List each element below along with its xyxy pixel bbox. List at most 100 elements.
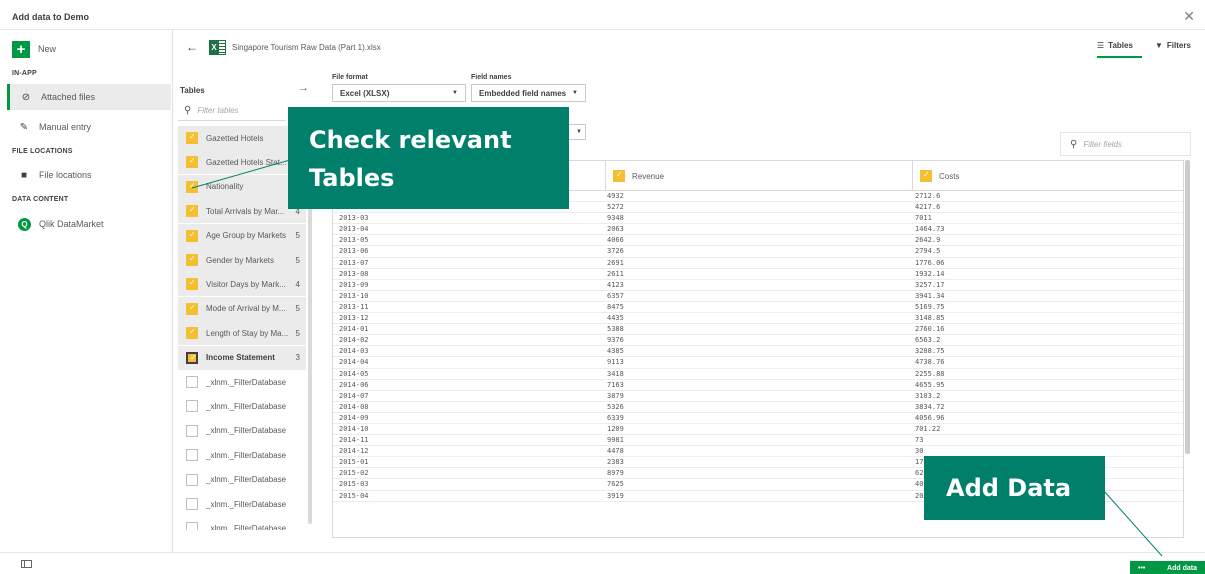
table-cell: 9376 [607, 336, 624, 345]
table-cell: 2014-11 [339, 436, 369, 445]
table-cell: 3103.2 [915, 391, 941, 400]
table-name: Gender by Markets [206, 255, 275, 265]
sidebar-item-manual-entry[interactable]: ✎ Manual entry [8, 114, 172, 140]
table-list-item[interactable]: _xlnm._FilterDatabase [178, 468, 306, 492]
table-checkbox[interactable] [186, 473, 198, 486]
table-cell: 4738.76 [915, 358, 945, 367]
table-cell: 2760.16 [915, 325, 945, 334]
table-row: 2014-08 5326 3834.72 [333, 402, 1183, 413]
table-cell: 4123 [607, 280, 624, 289]
expand-arrow-icon[interactable]: → [298, 82, 309, 94]
table-row: 2013-04 2063 1464.73 [333, 224, 1183, 236]
table-checkbox[interactable] [186, 424, 198, 437]
table-cell: 2014-09 [339, 413, 369, 422]
back-arrow-icon[interactable]: ← [186, 40, 198, 54]
filter-tables-input[interactable]: ⚲ Filter tables [178, 100, 286, 121]
add-data-button[interactable]: ••• Add data [1130, 561, 1205, 574]
table-cell: 4655.95 [915, 380, 945, 389]
sidebar-item-file-locations[interactable]: ■ File locations [8, 162, 172, 188]
file-format-value: Excel (XLSX) [340, 88, 390, 98]
table-list-item[interactable]: _xlnm._FilterDatabase [178, 394, 306, 418]
panel-toggle-icon[interactable] [21, 560, 32, 568]
table-list-item[interactable]: Gender by Markets 5 [178, 248, 306, 272]
table-checkbox[interactable] [186, 376, 198, 388]
table-list-item[interactable]: Total Arrivals by Mar...4 [178, 199, 306, 224]
database-icon: ☰ [1097, 41, 1105, 50]
table-checkbox[interactable] [186, 205, 198, 218]
table-list-item[interactable]: Gazetted Hotels [178, 126, 306, 150]
tab-filters[interactable]: ▼ Filters [1155, 41, 1191, 50]
table-checkbox[interactable] [186, 522, 198, 530]
table-cell: 2013-04 [339, 225, 369, 234]
sidebar-item-attached-files[interactable]: ⊘ Attached files [7, 84, 171, 110]
table-list-item[interactable]: _xlnm._FilterDatabase [178, 492, 306, 516]
sidebar-item-label: Manual entry [39, 122, 92, 132]
table-list-item[interactable]: _xlnm._FilterDatabase [178, 370, 306, 394]
tab-tables-label: Tables [1108, 41, 1133, 50]
table-name: _xlnm._FilterDatabase [206, 499, 287, 509]
table-name: _xlnm._FilterDatabase [206, 401, 287, 411]
table-cell: 2014-06 [339, 380, 369, 389]
table-row: 2013-03 9348 7011 [333, 213, 1183, 225]
table-cell: 4435 [607, 314, 624, 323]
table-row: 2014-03 4385 3288.75 [333, 346, 1183, 358]
table-checkbox[interactable] [186, 327, 198, 340]
close-icon[interactable]: ✕ [1183, 9, 1195, 23]
table-checkbox[interactable] [186, 180, 198, 193]
table-list-item[interactable]: Gazetted Hotels Stat... [178, 150, 306, 175]
field-names-select[interactable]: Embedded field names ▼ [471, 84, 586, 102]
table-checkbox[interactable] [186, 400, 198, 413]
table-checkbox[interactable] [186, 254, 198, 266]
table-list-item[interactable]: Income Statement 3 [178, 345, 306, 370]
sidebar-item-label: File locations [39, 170, 92, 180]
caret-down-icon: ▼ [452, 90, 458, 96]
new-button[interactable]: + New [12, 40, 56, 58]
table-field-count: 5 [295, 328, 300, 338]
table-row: 2013-07 2691 1776.06 [333, 258, 1183, 269]
sidebar: + New IN-APP ⊘ Attached files ✎ Manual e… [0, 30, 173, 552]
table-cell: 2013-07 [339, 258, 369, 267]
column-checkbox[interactable] [613, 170, 625, 182]
table-list-item[interactable]: _xlnm._FilterDatabase [178, 516, 306, 530]
column-header-costs[interactable]: Costs [912, 161, 1183, 191]
table-checkbox[interactable] [186, 449, 198, 462]
table-cell: 2014-07 [339, 391, 369, 400]
grid-scrollbar[interactable] [1185, 160, 1190, 454]
table-name: _xlnm._FilterDatabase [206, 475, 287, 485]
table-checkbox[interactable] [186, 156, 198, 169]
table-cell: 7163 [607, 380, 624, 389]
table-list-item[interactable]: Nationality [178, 174, 306, 199]
table-list-item[interactable]: Length of Stay by Ma... 5 [178, 321, 306, 346]
tab-tables[interactable]: ☰ Tables [1097, 41, 1142, 58]
table-cell: 3941.34 [915, 291, 945, 300]
column-name: Costs [939, 171, 960, 181]
table-list-item[interactable]: Mode of Arrival by M... 5 [178, 296, 306, 321]
table-list-item[interactable]: Age Group by Markets 5 [178, 223, 306, 248]
table-cell: 8979 [607, 469, 624, 478]
table-row: 2013-10 6357 3941.34 [333, 291, 1183, 302]
table-cell: 73 [915, 436, 924, 445]
table-checkbox[interactable] [186, 278, 198, 291]
table-cell: 30 [915, 447, 924, 456]
table-name: _xlnm._FilterDatabase [206, 426, 287, 436]
table-checkbox[interactable] [186, 351, 198, 364]
table-list-item[interactable]: Visitor Days by Mark... 4 [178, 272, 306, 297]
file-format-select[interactable]: Excel (XLSX) ▼ [332, 84, 466, 102]
tab-filters-label: Filters [1166, 41, 1191, 50]
table-checkbox[interactable] [186, 132, 198, 144]
filter-fields-input[interactable]: ⚲ Filter fields [1060, 132, 1191, 156]
table-cell: 9113 [607, 358, 624, 367]
table-checkbox[interactable] [186, 498, 198, 510]
table-cell: 2013-05 [339, 236, 369, 245]
table-checkbox[interactable] [186, 302, 198, 315]
table-cell: 2014-04 [339, 358, 369, 367]
table-row: 2013-08 2611 1932.14 [333, 269, 1183, 280]
table-list-item[interactable]: _xlnm._FilterDatabase [178, 419, 306, 443]
table-list-item[interactable]: _xlnm._FilterDatabase [178, 443, 306, 467]
sidebar-item-qlik-datamarket[interactable]: Q Qlik DataMarket [8, 211, 172, 237]
table-row: 2014-11 9981 73 [333, 435, 1183, 447]
table-checkbox[interactable] [186, 229, 198, 242]
column-checkbox[interactable] [920, 170, 932, 182]
table-cell: 2691 [607, 258, 624, 267]
column-header-revenue[interactable]: Revenue [605, 161, 912, 191]
